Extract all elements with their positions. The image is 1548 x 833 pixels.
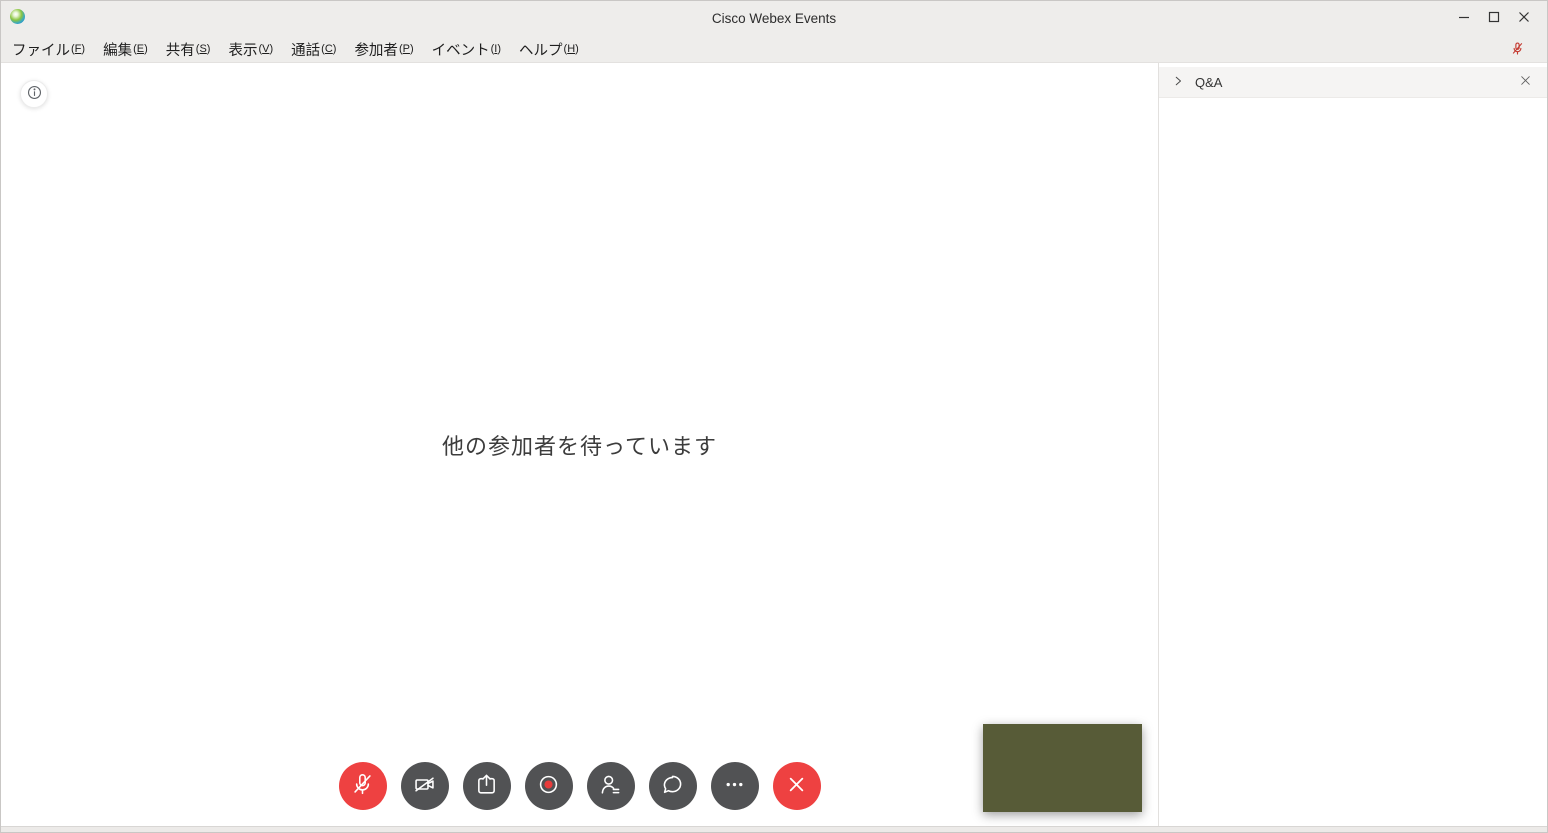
window-controls: [1449, 1, 1539, 36]
share-screen-icon: [473, 771, 500, 801]
qa-panel: Q&A: [1159, 63, 1547, 826]
title-bar: Cisco Webex Events: [1, 1, 1547, 36]
qa-panel-header: Q&A: [1159, 67, 1547, 98]
camera-button[interactable]: [401, 762, 449, 810]
menu-label: ヘルプ: [519, 39, 563, 60]
mute-button[interactable]: [339, 762, 387, 810]
menu-item-view[interactable]: 表示(V): [219, 36, 282, 62]
menu-item-call[interactable]: 通話(C): [282, 36, 345, 62]
menu-label: 表示: [228, 39, 257, 60]
waiting-message: 他の参加者を待っています: [442, 429, 717, 461]
qa-panel-body: [1159, 98, 1547, 826]
qa-collapse-button[interactable]: [1172, 75, 1184, 90]
participants-button[interactable]: [587, 762, 635, 810]
chevron-right-icon: [1172, 75, 1184, 90]
menu-label: 通話: [291, 39, 320, 60]
more-options-button[interactable]: [711, 762, 759, 810]
mic-muted-indicator-icon: [1510, 41, 1525, 58]
menu-item-help[interactable]: ヘルプ(H): [510, 36, 588, 62]
chat-button[interactable]: [649, 762, 697, 810]
menu-item-event[interactable]: イベント(I): [423, 36, 510, 62]
close-icon: [1519, 74, 1532, 90]
mic-muted-icon: [349, 771, 376, 801]
window-title: Cisco Webex Events: [1, 11, 1547, 26]
record-button[interactable]: [525, 762, 573, 810]
maximize-button[interactable]: [1479, 1, 1509, 36]
menu-label: イベント: [432, 39, 490, 60]
menu-label: ファイル: [12, 39, 70, 60]
participants-icon: [597, 771, 624, 801]
menu-label: 参加者: [354, 39, 398, 60]
info-icon: [26, 84, 43, 104]
camera-off-icon: [411, 771, 438, 801]
menu-item-file[interactable]: ファイル(F): [3, 36, 94, 62]
maximize-icon: [1488, 11, 1500, 26]
share-content-button[interactable]: [463, 762, 511, 810]
close-button[interactable]: [1509, 1, 1539, 36]
webex-logo-icon: [10, 9, 25, 24]
minimize-icon: [1458, 11, 1470, 26]
record-icon: [535, 771, 562, 801]
webex-events-window: Cisco Webex Events ファイル(F): [0, 0, 1548, 833]
self-video-thumbnail[interactable]: [983, 724, 1142, 812]
qa-panel-close-button[interactable]: [1517, 72, 1534, 92]
menu-item-share[interactable]: 共有(S): [157, 36, 220, 62]
qa-panel-title: Q&A: [1195, 75, 1222, 90]
menu-label: 共有: [166, 39, 195, 60]
menu-label: 編集: [103, 39, 132, 60]
control-bar: [339, 762, 821, 810]
window-resize-edge: [1, 826, 1547, 832]
ellipsis-icon: [721, 771, 748, 801]
content-area: 他の参加者を待っています: [1, 63, 1547, 826]
leave-x-icon: [783, 771, 810, 801]
leave-event-button[interactable]: [773, 762, 821, 810]
chat-bubble-icon: [659, 771, 686, 801]
minimize-button[interactable]: [1449, 1, 1479, 36]
event-info-button[interactable]: [20, 80, 48, 108]
close-icon: [1518, 11, 1530, 26]
menu-bar: ファイル(F) 編集(E) 共有(S) 表示(V) 通話(C) 参加者(P) イ…: [1, 36, 1547, 63]
meeting-stage: 他の参加者を待っています: [1, 63, 1158, 826]
menu-item-participants[interactable]: 参加者(P): [345, 36, 422, 62]
menu-item-edit[interactable]: 編集(E): [94, 36, 157, 62]
